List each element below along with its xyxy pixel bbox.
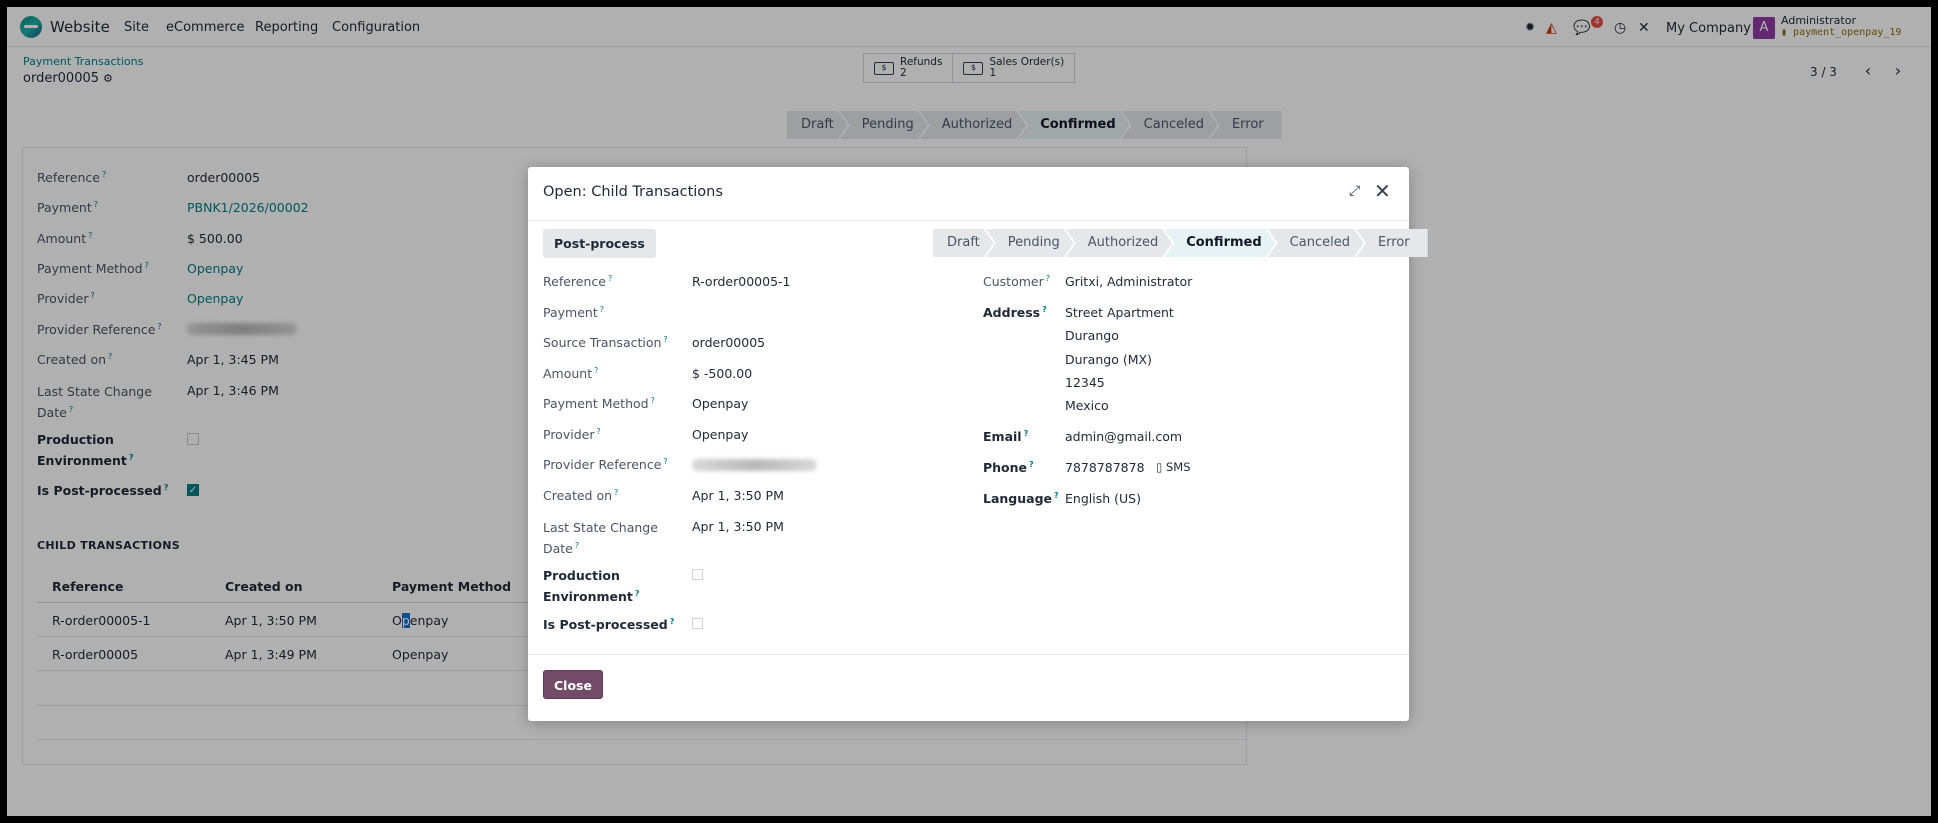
label-provider-reference: Provider Reference?: [543, 457, 668, 473]
value-reference[interactable]: R-order00005-1: [692, 274, 790, 289]
label-production-environment: Production Environment?: [543, 568, 640, 605]
label-email: Email?: [983, 429, 1029, 445]
label-source-transaction: Source Transaction?: [543, 335, 668, 351]
is-post-processed-checkbox[interactable]: [692, 618, 703, 629]
status-error[interactable]: Error: [1355, 229, 1428, 257]
address-line: Street Apartment: [1065, 305, 1174, 320]
label-payment: Payment?: [543, 305, 604, 321]
address-line: 12345: [1065, 375, 1105, 390]
address-line: Durango (MX): [1065, 352, 1152, 367]
dialog-title: Open: Child Transactions: [543, 184, 723, 200]
status-pending[interactable]: Pending: [986, 229, 1074, 257]
production-environment-checkbox[interactable]: [692, 569, 703, 580]
label-last-state-change: Last State Change Date?: [543, 520, 658, 557]
provider-reference-redacted: [692, 459, 817, 471]
value-phone[interactable]: 7878787878: [1065, 460, 1145, 475]
value-last-state-change: Apr 1, 3:50 PM: [692, 519, 784, 534]
mobile-icon: ▯: [1156, 460, 1163, 474]
dialog-header: Open: Child Transactions ⤢ ✕: [528, 167, 1409, 221]
sms-button[interactable]: ▯ SMS: [1156, 460, 1191, 474]
label-address: Address?: [983, 305, 1047, 321]
label-reference: Reference?: [543, 274, 613, 290]
screen: Website Site eCommerce Reporting Configu…: [7, 7, 1931, 816]
post-process-button[interactable]: Post-process: [543, 229, 656, 258]
expand-icon[interactable]: ⤢: [1349, 183, 1360, 199]
label-phone: Phone?: [983, 460, 1034, 476]
status-confirmed[interactable]: Confirmed: [1164, 229, 1275, 257]
status-draft[interactable]: Draft: [933, 229, 994, 257]
value-payment-method[interactable]: Openpay: [692, 396, 748, 411]
label-created-on: Created on?: [543, 488, 619, 504]
value-customer[interactable]: Gritxi, Administrator: [1065, 274, 1192, 289]
value-language[interactable]: English (US): [1065, 491, 1141, 506]
label-payment-method: Payment Method?: [543, 396, 655, 412]
status-canceled[interactable]: Canceled: [1268, 229, 1364, 257]
label-amount: Amount?: [543, 366, 599, 382]
value-amount[interactable]: $ -500.00: [692, 366, 752, 381]
value-created-on: Apr 1, 3:50 PM: [692, 488, 784, 503]
value-email[interactable]: admin@gmail.com: [1065, 429, 1182, 444]
label-language: Language?: [983, 491, 1059, 507]
label-provider: Provider?: [543, 427, 601, 443]
dialog-footer: Close: [528, 654, 1409, 721]
status-authorized[interactable]: Authorized: [1066, 229, 1172, 257]
address-line: Mexico: [1065, 398, 1109, 413]
value-source-transaction[interactable]: order00005: [692, 335, 765, 350]
child-transaction-dialog: Open: Child Transactions ⤢ ✕ Post-proces…: [528, 167, 1428, 721]
value-provider[interactable]: Openpay: [692, 427, 748, 442]
close-icon[interactable]: ✕: [1374, 179, 1391, 203]
address-line: Durango: [1065, 328, 1119, 343]
label-customer: Customer?: [983, 274, 1050, 290]
label-is-post-processed: Is Post-processed?: [543, 617, 675, 633]
close-button[interactable]: Close: [543, 670, 603, 699]
dialog-statusbar: Draft Pending Authorized Confirmed Cance…: [933, 229, 1428, 257]
